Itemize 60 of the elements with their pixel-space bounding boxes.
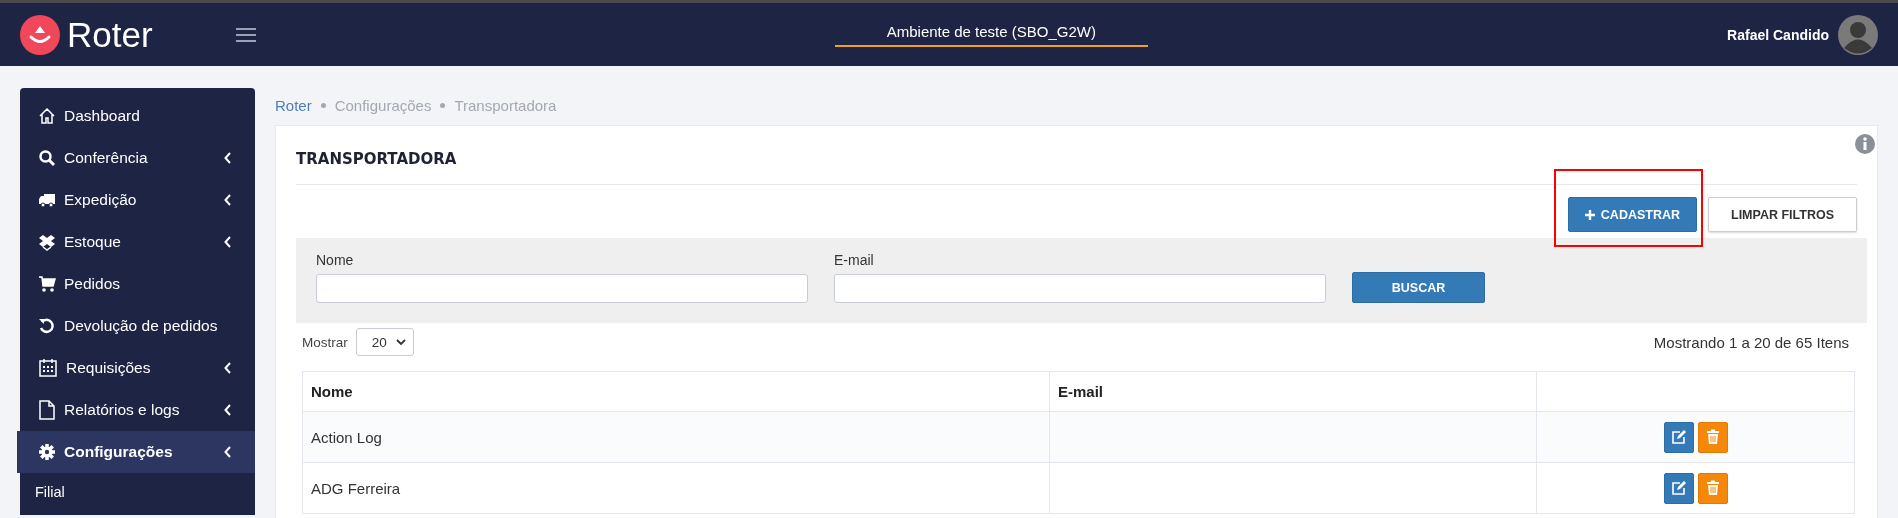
edit-icon — [1670, 480, 1687, 496]
sidebar-subitem[interactable]: Filial — [20, 473, 80, 511]
chevron-icon — [224, 362, 232, 374]
edit-icon — [1670, 429, 1687, 445]
file-icon — [38, 400, 56, 420]
chevron-icon — [224, 446, 232, 458]
environment-label: Ambiente de teste (SBO_G2W) — [834, 22, 1148, 47]
sidebar-item[interactable]: Estoque — [20, 221, 255, 263]
column-header: Nome — [302, 371, 1050, 412]
cart-icon — [38, 275, 56, 293]
info-icon[interactable] — [1855, 134, 1875, 154]
logo-text: Roter — [67, 14, 153, 55]
page-title: TRANSPORTADORA — [296, 150, 457, 168]
sidebar-item[interactable]: Dashboard — [20, 95, 255, 137]
undo-icon — [38, 317, 56, 335]
sidebar-item[interactable]: Requisições — [20, 347, 255, 389]
avatar-icon[interactable] — [1838, 14, 1878, 55]
chevron-icon — [224, 236, 232, 248]
trash-icon — [1705, 429, 1720, 445]
clear-filters-button[interactable]: LIMPAR FILTROS — [1708, 197, 1857, 232]
column-header: E-mail — [1049, 371, 1537, 412]
sidebar-item[interactable]: Expedição — [20, 179, 255, 221]
sidebar-item[interactable]: Pedidos — [20, 263, 255, 305]
chevron-icon — [224, 404, 232, 416]
sidebar-item[interactable]: Relatórios e logs — [20, 389, 255, 431]
settings-icon — [38, 443, 56, 461]
logo-icon — [20, 14, 60, 55]
edit-button[interactable] — [1663, 421, 1694, 453]
delete-button[interactable] — [1697, 421, 1728, 453]
menu-icon[interactable] — [235, 26, 256, 43]
user-name[interactable]: Rafael Candido — [1727, 26, 1829, 43]
home-icon — [38, 107, 56, 125]
input-field[interactable] — [834, 274, 1326, 303]
chevron-icon — [224, 152, 232, 164]
field-label: E-mail — [834, 252, 875, 268]
search-button[interactable]: BUSCAR — [1352, 272, 1485, 303]
search-icon — [38, 149, 56, 167]
calendar-icon — [38, 358, 58, 378]
caret-icon — [395, 339, 406, 345]
table-cell: ADG Ferreira — [302, 462, 1050, 514]
sidebar-item[interactable]: Devolução de pedidos — [20, 305, 255, 347]
delete-button[interactable] — [1697, 472, 1728, 504]
page-size-label: Mostrar — [302, 334, 348, 350]
box-icon — [38, 233, 56, 251]
truck-icon — [38, 191, 56, 209]
chevron-icon — [224, 194, 232, 206]
sidebar-item[interactable]: Configurações — [17, 431, 255, 473]
edit-button[interactable] — [1663, 472, 1694, 504]
breadcrumb-item: Transportadora — [454, 96, 557, 114]
field-label: Nome — [316, 252, 355, 268]
plus-icon — [1584, 209, 1595, 220]
page-size-select[interactable]: 20 — [355, 328, 414, 356]
add-button[interactable]: CADASTRAR — [1567, 197, 1697, 232]
breadcrumb-item[interactable]: Roter — [275, 96, 312, 114]
breadcrumb-item: Configurações — [334, 96, 432, 114]
results-summary: Mostrando 1 a 20 de 65 Itens — [1653, 333, 1849, 351]
trash-icon — [1705, 480, 1720, 496]
input-field[interactable] — [316, 274, 808, 303]
sidebar-item[interactable]: Conferência — [20, 137, 255, 179]
table-cell: Action Log — [302, 411, 1050, 463]
